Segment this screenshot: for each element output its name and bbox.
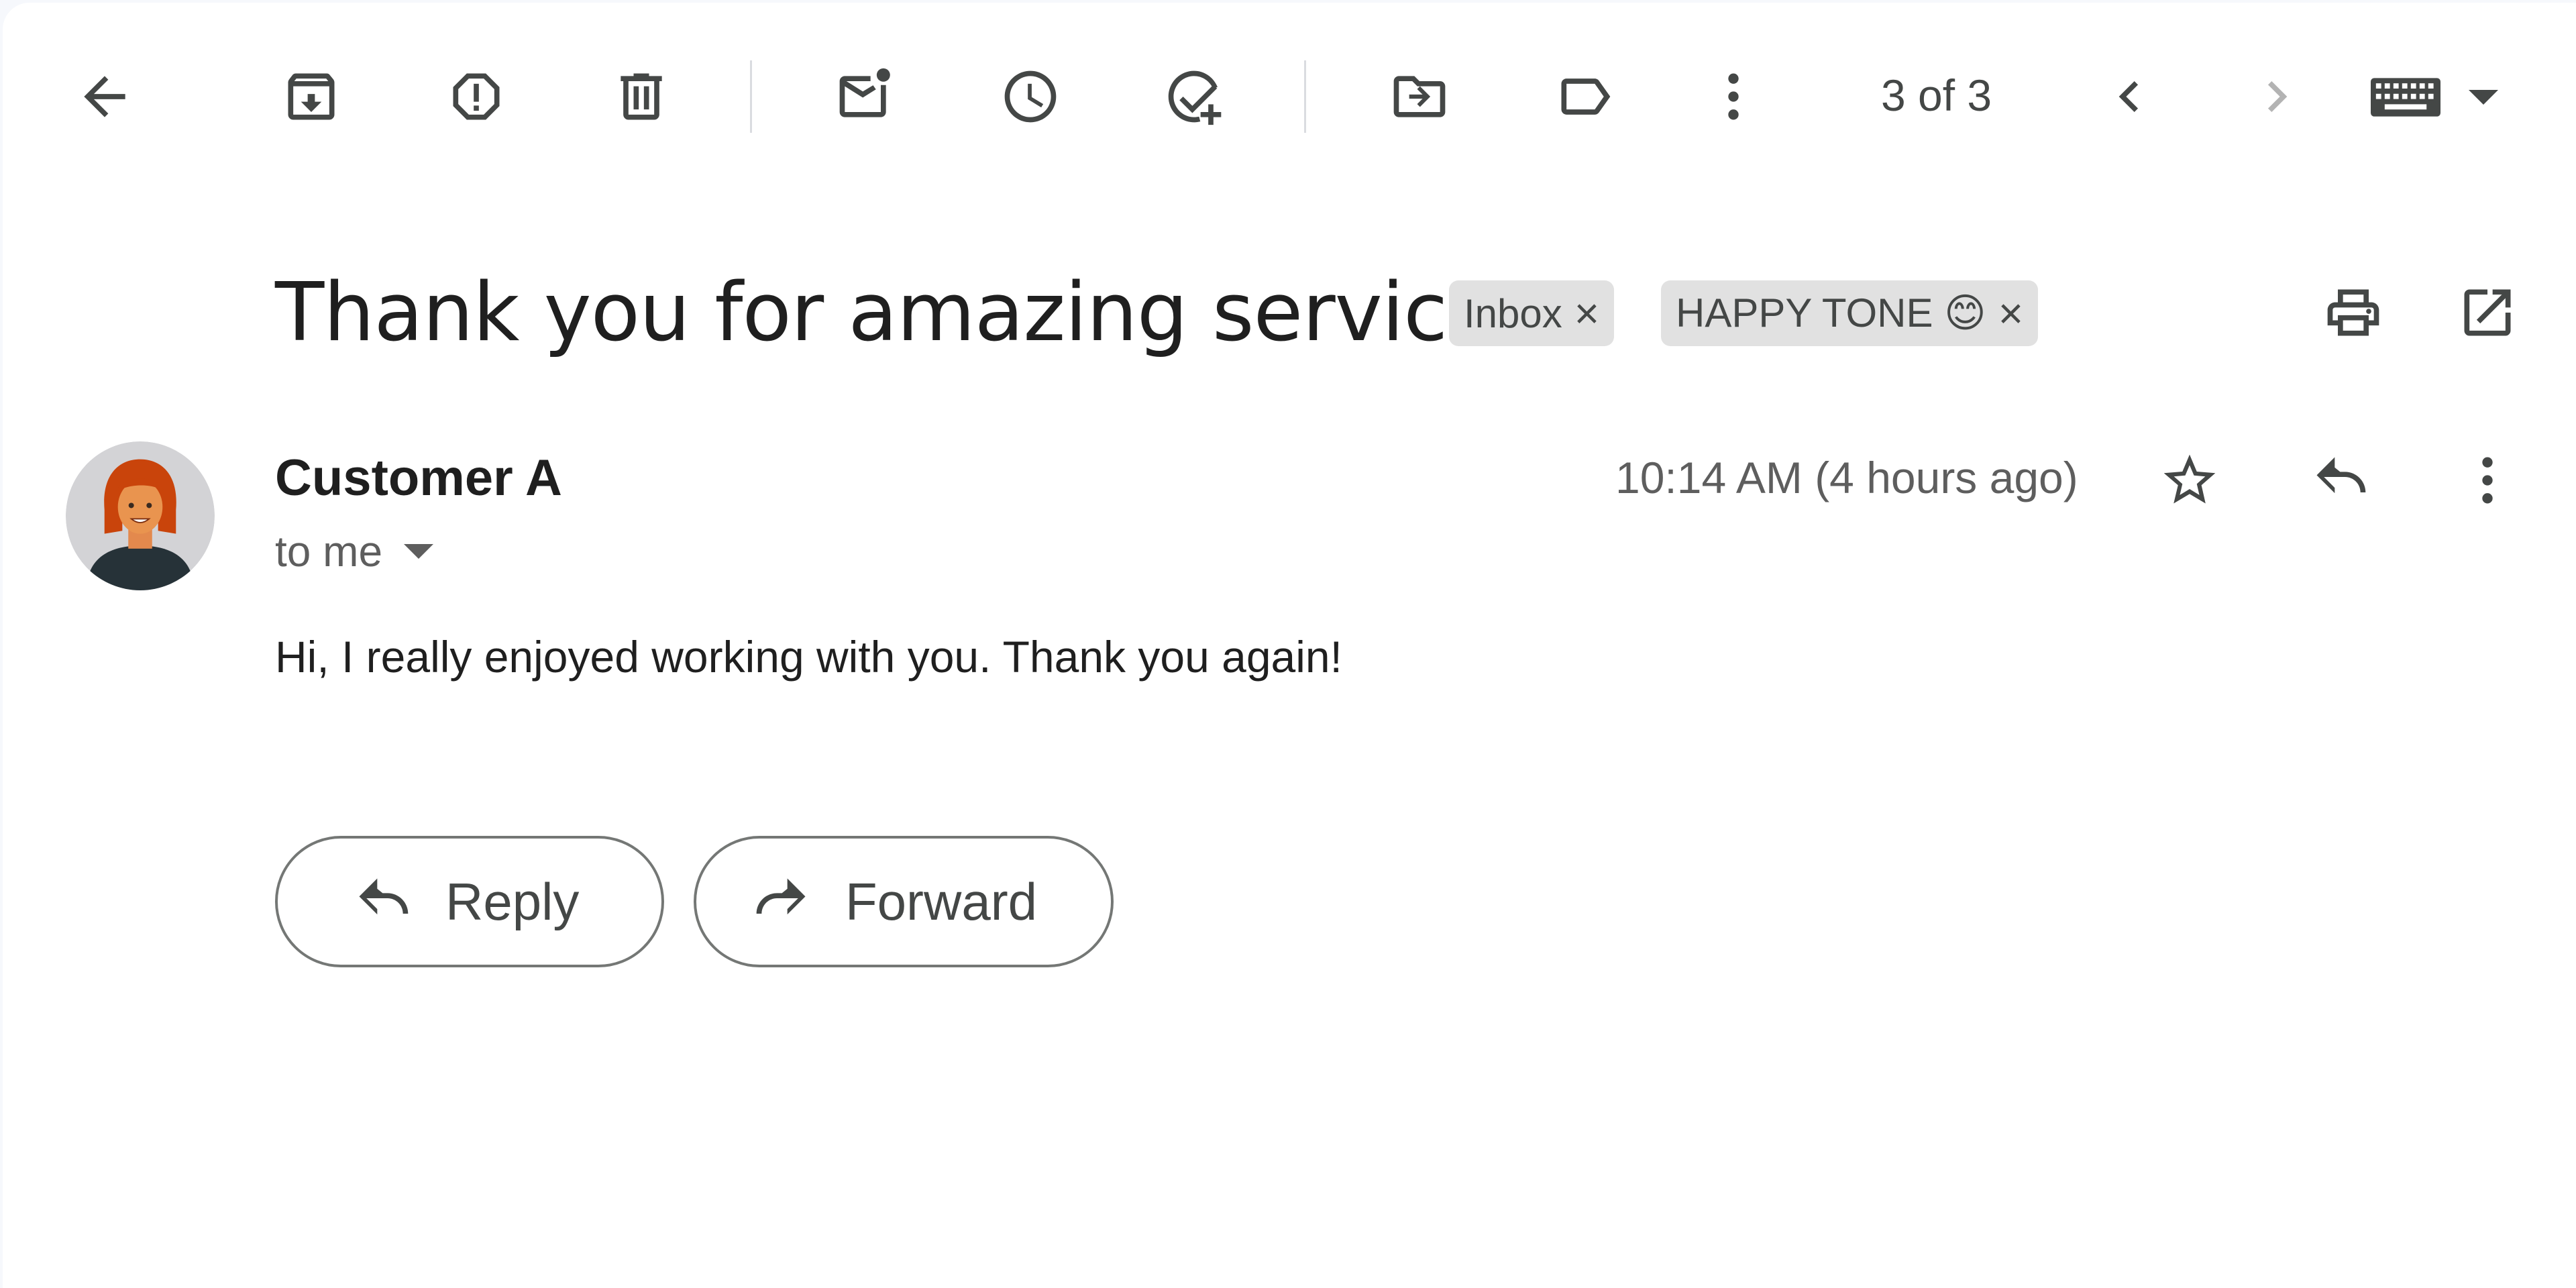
chevron-down-icon xyxy=(2469,90,2498,105)
forward-button[interactable]: Forward xyxy=(694,836,1114,967)
open-in-new-icon xyxy=(2464,289,2511,336)
labels-button[interactable] xyxy=(1544,56,1625,137)
star-button[interactable] xyxy=(2149,440,2230,521)
reply-icon xyxy=(359,878,409,915)
keyboard-icon xyxy=(2371,78,2440,117)
sender-avatar[interactable] xyxy=(66,441,215,590)
newer-message-button[interactable] xyxy=(2089,56,2169,137)
label-chip-inbox[interactable]: Inbox × xyxy=(1449,280,1615,346)
snooze-button[interactable] xyxy=(990,56,1071,137)
more-vert-icon xyxy=(2482,457,2493,504)
print-icon xyxy=(2327,289,2379,336)
chevron-left-icon xyxy=(2118,81,2139,112)
move-to-folder-icon xyxy=(1393,76,1446,117)
message-counter: 3 of 3 xyxy=(1881,70,1992,120)
star-icon xyxy=(2163,454,2216,504)
message-more-button[interactable] xyxy=(2447,440,2528,521)
more-vert-icon xyxy=(1728,73,1739,120)
input-tools-button[interactable] xyxy=(2371,67,2518,127)
forward-button-label: Forward xyxy=(845,871,1038,931)
toolbar-divider xyxy=(1304,60,1306,133)
reply-icon xyxy=(2316,457,2366,494)
reply-button-label: Reply xyxy=(445,871,580,931)
delete-button[interactable] xyxy=(601,56,682,137)
label-chip-happy-tone[interactable]: HAPPY TONE 😊 × xyxy=(1661,280,2039,346)
remove-label-icon[interactable]: × xyxy=(1998,292,2023,335)
show-details-caret-icon[interactable] xyxy=(404,544,434,559)
label-chip-text: HAPPY TONE 😊 xyxy=(1676,290,1986,335)
add-task-icon xyxy=(1168,70,1222,125)
label-icon xyxy=(1561,78,1611,115)
message-body: Hi, I really enjoyed working with you. T… xyxy=(275,632,1342,682)
label-chip-text: Inbox xyxy=(1464,290,1562,336)
report-spam-button[interactable] xyxy=(436,56,517,137)
toolbar-divider xyxy=(750,60,752,133)
mark-unread-icon xyxy=(839,68,890,117)
message-timestamp: 10:14 AM (4 hours ago) xyxy=(1615,453,2078,502)
sender-name[interactable]: Customer A xyxy=(275,448,562,508)
more-options-button[interactable] xyxy=(1693,56,1774,137)
trash-icon xyxy=(621,73,662,120)
recipient-text: to me xyxy=(275,527,383,576)
email-subject: Thank you for amazing service! xyxy=(275,266,1528,360)
add-to-tasks-button[interactable] xyxy=(1155,56,1236,137)
move-to-button[interactable] xyxy=(1379,56,1460,137)
back-button[interactable] xyxy=(64,56,145,137)
chevron-right-icon xyxy=(2267,81,2288,112)
open-in-new-window-button[interactable] xyxy=(2447,272,2528,353)
forward-icon xyxy=(756,878,806,915)
clock-icon xyxy=(1004,70,1057,123)
archive-button[interactable] xyxy=(271,56,352,137)
arrow-left-icon xyxy=(84,76,125,117)
reply-button[interactable]: Reply xyxy=(275,836,664,967)
recipient-line: to me xyxy=(275,525,434,578)
remove-label-icon[interactable]: × xyxy=(1574,292,1599,335)
avatar-illustration xyxy=(66,441,215,590)
email-view-panel: 3 of 3 Thank you for amazing service! In… xyxy=(3,3,2576,1288)
archive-icon xyxy=(288,73,335,120)
mark-unread-button[interactable] xyxy=(825,56,906,137)
reply-icon-button[interactable] xyxy=(2300,440,2380,521)
older-message-button[interactable] xyxy=(2237,56,2317,137)
report-spam-icon xyxy=(453,73,500,120)
print-all-button[interactable] xyxy=(2313,272,2394,353)
